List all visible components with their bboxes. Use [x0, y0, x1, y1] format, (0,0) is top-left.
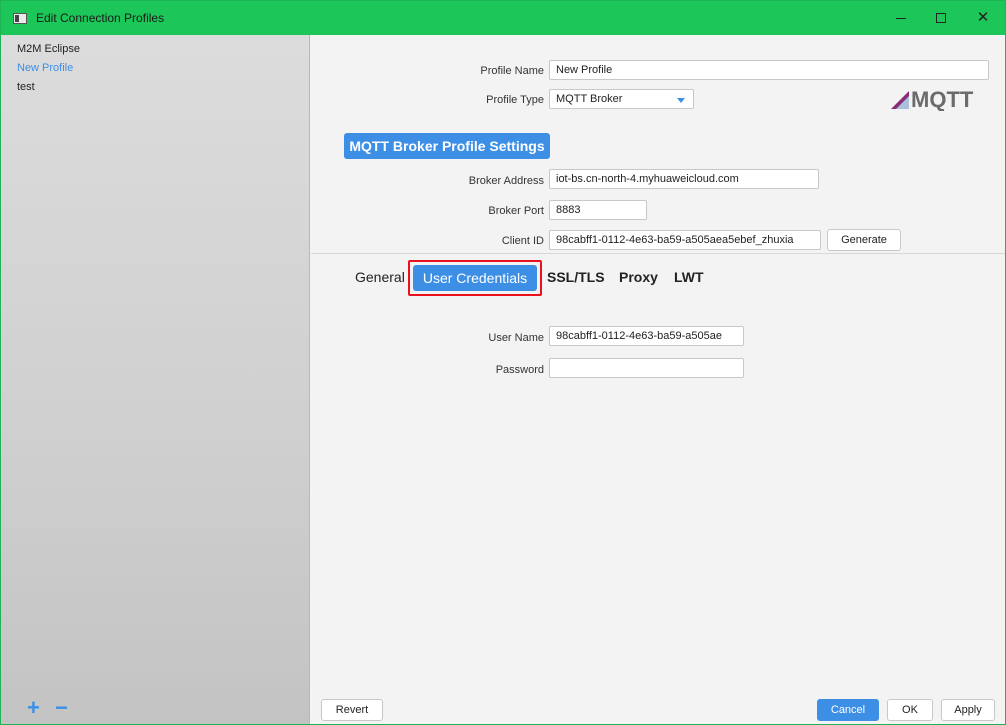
window-title: Edit Connection Profiles	[36, 11, 165, 25]
profile-name-field[interactable]: New Profile	[549, 60, 989, 80]
tab-proxy[interactable]: Proxy	[619, 269, 658, 285]
divider	[311, 253, 1005, 254]
chevron-down-icon	[677, 98, 685, 103]
profile-type-value: MQTT Broker	[556, 93, 623, 105]
profile-item-test[interactable]: test	[17, 81, 35, 93]
maximize-button[interactable]	[919, 1, 963, 35]
broker-port-label: Broker Port	[488, 205, 544, 217]
password-label: Password	[495, 364, 544, 376]
edit-connection-profiles-window: Edit Connection Profiles ✕ M2M Eclipse N…	[0, 0, 1006, 725]
broker-port-field[interactable]: 8883	[549, 200, 647, 220]
close-icon: ✕	[976, 9, 990, 26]
broker-address-field[interactable]: iot-bs.cn-north-4.myhuaweicloud.com	[549, 169, 819, 189]
tab-ssl-tls[interactable]: SSL/TLS	[547, 269, 605, 285]
minimize-button[interactable]	[879, 1, 923, 35]
client-id-field[interactable]: 98cabff1-0112-4e63-ba59-a505aea5ebef_zhu…	[549, 230, 821, 250]
profile-name-label: Profile Name	[480, 65, 544, 77]
profile-item-new-profile[interactable]: New Profile	[17, 62, 73, 74]
mqtt-logo-text: MQTT	[911, 87, 974, 111]
maximize-icon	[936, 13, 946, 24]
app-icon	[13, 13, 27, 24]
mqtt-logo: MQTT	[891, 87, 974, 111]
client-id-label: Client ID	[501, 235, 544, 247]
highlight-box	[408, 260, 542, 296]
ok-button[interactable]: OK	[887, 699, 933, 721]
apply-button[interactable]: Apply	[941, 699, 995, 721]
user-name-field[interactable]: 98cabff1-0112-4e63-ba59-a505ae	[549, 326, 744, 346]
profile-type-select[interactable]: MQTT Broker	[549, 89, 694, 109]
cancel-button[interactable]: Cancel	[817, 699, 879, 721]
generate-button[interactable]: Generate	[827, 229, 901, 251]
remove-profile-button[interactable]: −	[55, 697, 68, 719]
profile-settings-panel: Profile Name New Profile Profile Type MQ…	[311, 35, 1005, 724]
tab-lwt[interactable]: LWT	[674, 269, 704, 285]
revert-button[interactable]: Revert	[321, 699, 383, 721]
profile-item-m2m-eclipse[interactable]: M2M Eclipse	[17, 43, 80, 55]
add-profile-button[interactable]: +	[27, 697, 40, 719]
title-bar: Edit Connection Profiles ✕	[1, 1, 1005, 35]
mqtt-broker-profile-settings-header[interactable]: MQTT Broker Profile Settings	[344, 133, 550, 159]
broker-address-label: Broker Address	[468, 175, 544, 187]
close-button[interactable]: ✕	[961, 1, 1005, 35]
profile-type-label: Profile Type	[486, 94, 544, 106]
minimize-icon	[896, 17, 906, 19]
profile-list-sidebar: M2M Eclipse New Profile test + −	[1, 35, 310, 724]
tab-general[interactable]: General	[355, 269, 405, 285]
password-field[interactable]	[549, 358, 744, 378]
user-name-label: User Name	[488, 332, 544, 344]
